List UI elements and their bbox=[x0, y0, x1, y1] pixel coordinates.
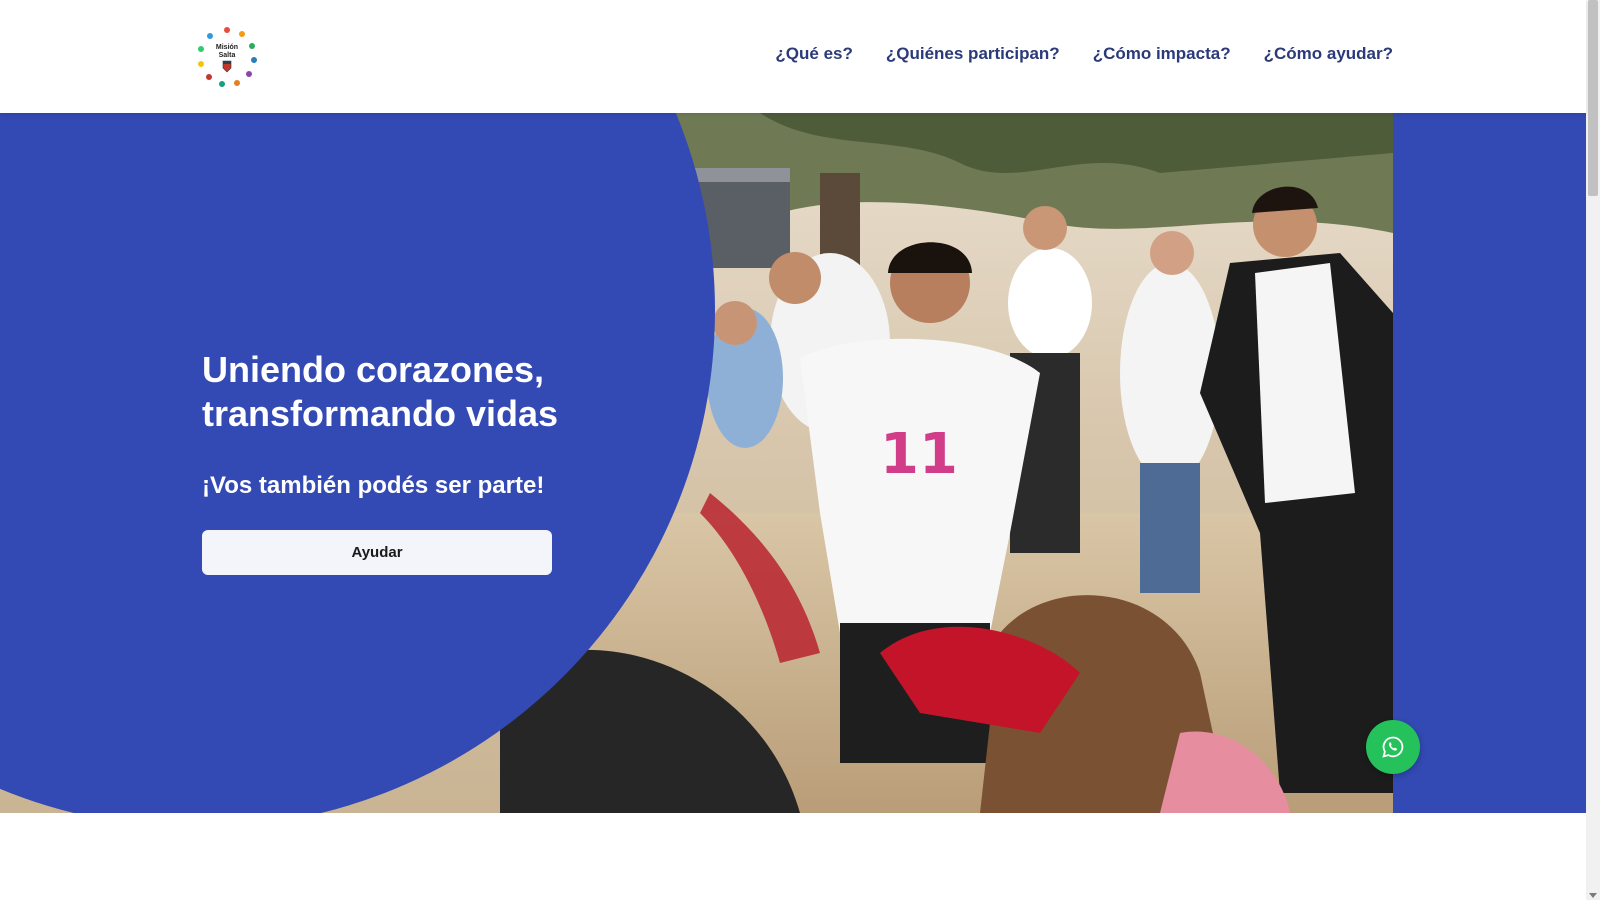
scroll-down-arrow-icon[interactable] bbox=[1589, 893, 1597, 898]
nav-quienes-participan[interactable]: ¿Quiénes participan? bbox=[886, 44, 1060, 64]
nav-que-es[interactable]: ¿Qué es? bbox=[775, 44, 852, 64]
mision-salta-logo[interactable]: Misión Salta bbox=[192, 22, 262, 92]
main-nav: ¿Qué es? ¿Quiénes participan? ¿Cómo impa… bbox=[775, 44, 1393, 64]
hero-section: 11 Uniendo corazones, transformando vida… bbox=[0, 113, 1586, 813]
scrollbar-thumb[interactable] bbox=[1588, 0, 1598, 196]
page-scrollbar[interactable] bbox=[1586, 0, 1600, 900]
nav-como-impacta[interactable]: ¿Cómo impacta? bbox=[1093, 44, 1231, 64]
hero-title: Uniendo corazones, transformando vidas bbox=[202, 349, 559, 434]
ayudar-button[interactable]: Ayudar bbox=[202, 530, 552, 575]
whatsapp-button[interactable] bbox=[1366, 720, 1420, 774]
hero-subtitle: ¡Vos también podés ser parte! bbox=[202, 472, 545, 499]
logo-text-line1: Misión bbox=[216, 44, 238, 51]
shirt-number: 11 bbox=[880, 422, 958, 487]
logo-text-line2: Salta bbox=[219, 52, 236, 59]
hero-text-block: Uniendo corazones, transformando vidas ¡… bbox=[202, 348, 622, 575]
nav-como-ayudar[interactable]: ¿Cómo ayudar? bbox=[1264, 44, 1393, 64]
site-header: Misión Salta ¿Qué es? ¿Quiénes participa… bbox=[0, 0, 1586, 113]
whatsapp-icon bbox=[1382, 736, 1404, 758]
